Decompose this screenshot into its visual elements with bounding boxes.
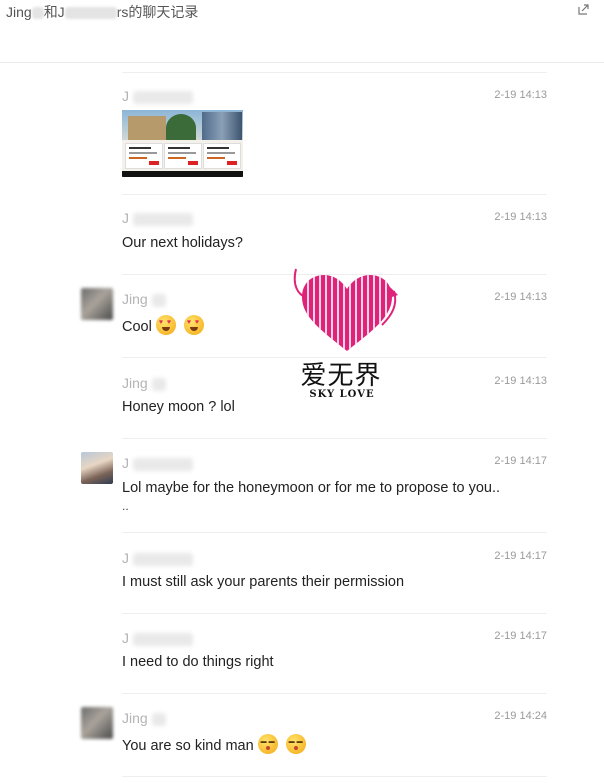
avatar[interactable] xyxy=(81,707,113,739)
title-suffix: rs的聊天记录 xyxy=(116,4,199,20)
sender-name: Jing xyxy=(122,375,166,391)
watermark-chinese-text: 爱无界 xyxy=(300,361,382,391)
message-divider xyxy=(122,72,547,73)
title-connector: 和J xyxy=(43,4,65,20)
heart-eyes-emoji-icon: ♥ ♥ xyxy=(183,315,204,335)
avatar[interactable] xyxy=(81,288,113,320)
blurred-name-part xyxy=(64,7,117,20)
message-text-line: .. xyxy=(122,499,129,513)
travel-deals-image[interactable] xyxy=(122,110,243,177)
heart-eyes-emoji-icon: ♥ ♥ xyxy=(155,315,176,335)
sender-name: J xyxy=(122,455,193,471)
sender-name: J xyxy=(122,630,193,646)
message-time: 2-19 14:17 xyxy=(494,550,547,562)
message-text: I must still ask your parents their perm… xyxy=(122,574,405,590)
message-time: 2-19 14:13 xyxy=(494,291,547,303)
chat-history-title: Jing 和J rs的聊天记录 xyxy=(6,2,198,22)
title-bar: Jing 和J rs的聊天记录 xyxy=(0,0,604,63)
title-name-a: Jing xyxy=(6,4,32,20)
sender-name: J xyxy=(122,550,193,566)
message-time: 2-19 14:17 xyxy=(494,455,547,467)
message-time: 2-19 14:13 xyxy=(494,211,547,223)
message-time: 2-19 14:13 xyxy=(494,89,547,101)
message-text: Our next holidays? xyxy=(122,235,243,251)
message-text: Lol maybe for the honeymoon or for me to… xyxy=(122,477,542,513)
message-text: You are so kind man ▬ ▬ ▬ ▬ xyxy=(122,734,542,757)
message-text-line: Lol maybe for the honeymoon or for me to… xyxy=(122,480,501,496)
watermark-english-text: SKY LOVE xyxy=(309,389,375,400)
message-divider xyxy=(122,613,547,614)
message-text-content: You are so kind man xyxy=(122,738,254,754)
message-text-content: Cool xyxy=(122,319,152,335)
sender-name: Jing xyxy=(122,291,166,307)
message-divider xyxy=(122,194,547,195)
message-divider xyxy=(122,693,547,694)
message-divider xyxy=(122,532,547,533)
message-time: 2-19 14:24 xyxy=(494,710,547,722)
sender-name: J xyxy=(122,210,193,226)
avatar[interactable] xyxy=(81,452,113,484)
blurred-name-part xyxy=(31,7,44,20)
message-divider xyxy=(122,438,547,439)
message-divider xyxy=(122,776,547,777)
sender-name: Jing xyxy=(122,710,166,726)
kissing-emoji-icon: ▬ ▬ xyxy=(285,734,306,754)
kissing-emoji-icon: ▬ ▬ xyxy=(257,734,278,754)
message-time: 2-19 14:13 xyxy=(494,375,547,387)
sender-name: J xyxy=(122,88,193,104)
message-text: I need to do things right xyxy=(122,654,274,670)
message-time: 2-19 14:17 xyxy=(494,630,547,642)
share-icon[interactable] xyxy=(578,3,590,15)
